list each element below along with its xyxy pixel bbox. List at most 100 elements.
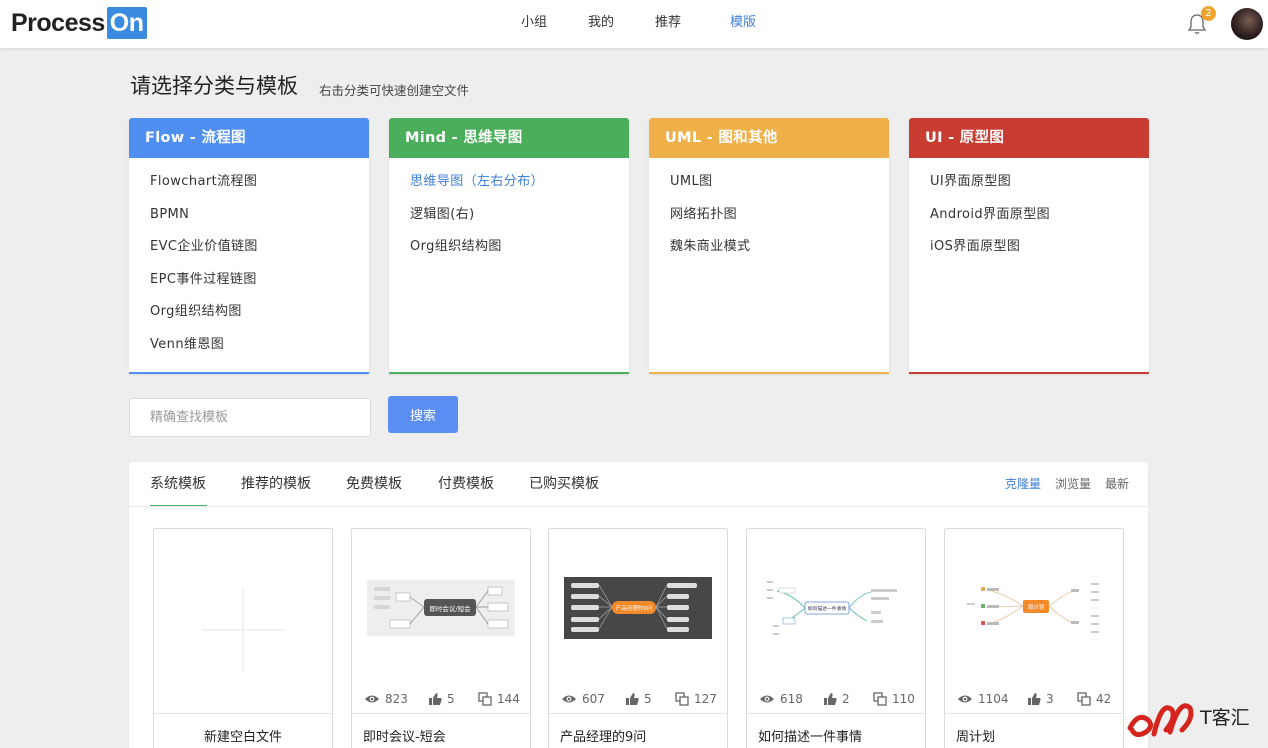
view-count-value: 607 bbox=[582, 692, 605, 706]
template-card[interactable]: 产品经理的9问 607 5 127 产品经理的9问 bbox=[548, 528, 728, 748]
thumbs-up-icon bbox=[429, 693, 442, 705]
tab-system-templates[interactable]: 系统模板 bbox=[150, 462, 206, 506]
template-thumbnail: 即时会议/短会 bbox=[367, 580, 515, 636]
like-count: 5 bbox=[428, 689, 455, 709]
like-count-value: 3 bbox=[1046, 692, 1054, 706]
category-item[interactable]: UML图 bbox=[670, 172, 889, 205]
category-item[interactable]: Venn维恩图 bbox=[150, 335, 369, 368]
nav-recommended[interactable]: 推荐 bbox=[655, 0, 681, 48]
card-accent-line bbox=[909, 372, 1149, 374]
category-item[interactable]: Org组织结构图 bbox=[150, 302, 369, 335]
notification-badge: 2 bbox=[1201, 6, 1216, 21]
sort-by-views[interactable]: 浏览量 bbox=[1055, 462, 1091, 506]
eye-icon bbox=[760, 695, 774, 703]
clone-icon bbox=[478, 692, 492, 706]
template-card-blank[interactable]: 新建空白文件 bbox=[153, 528, 333, 748]
search-button[interactable]: 搜索 bbox=[388, 396, 458, 433]
template-thumbnail: 产品经理的9问 bbox=[564, 577, 712, 639]
like-count: 3 bbox=[1027, 689, 1054, 709]
category-item[interactable]: Flowchart流程图 bbox=[150, 172, 369, 205]
category-item[interactable]: 网络拓扑图 bbox=[670, 205, 889, 238]
like-count-value: 2 bbox=[842, 692, 850, 706]
category-title-mind[interactable]: Mind - 思维导图 bbox=[389, 118, 629, 158]
clone-icon bbox=[1077, 692, 1091, 706]
template-thumbnail: 如何描述一件事情 bbox=[767, 581, 897, 635]
template-title: 新建空白文件 bbox=[154, 713, 332, 745]
category-item[interactable]: Android界面原型图 bbox=[930, 205, 1149, 238]
like-count: 5 bbox=[625, 689, 652, 709]
template-card[interactable]: 周计划 1104 3 42 周计划 bbox=[944, 528, 1124, 748]
thumbs-up-icon bbox=[824, 693, 837, 705]
tabs-divider bbox=[129, 506, 1148, 507]
like-count-value: 5 bbox=[644, 692, 652, 706]
category-card-uml[interactable]: UML - 图和其他 UML图 网络拓扑图 魏朱商业模式 bbox=[649, 118, 889, 374]
tab-paid-templates[interactable]: 付费模板 bbox=[438, 462, 494, 506]
sort-by-newest[interactable]: 最新 bbox=[1105, 462, 1129, 506]
sort-by-clones[interactable]: 克隆量 bbox=[1005, 462, 1041, 506]
category-title-ui[interactable]: UI - 原型图 bbox=[909, 118, 1149, 158]
category-card-flow[interactable]: Flow - 流程图 Flowchart流程图 BPMN EVC企业价值链图 E… bbox=[129, 118, 369, 374]
thumbs-up-icon bbox=[626, 693, 639, 705]
category-item[interactable]: 逻辑图(右) bbox=[410, 205, 629, 238]
view-count-value: 618 bbox=[780, 692, 803, 706]
template-card[interactable]: 如何描述一件事情 618 2 110 如何描述一件事情 bbox=[746, 528, 926, 748]
clone-count: 110 bbox=[873, 689, 915, 709]
template-card[interactable]: 即时会议/短会 823 5 144 即时会议-短会 bbox=[351, 528, 531, 748]
category-item[interactable]: iOS界面原型图 bbox=[930, 237, 1149, 270]
watermark-text: T客汇 bbox=[1199, 707, 1250, 729]
view-count: 618 bbox=[759, 689, 803, 709]
nav-mine[interactable]: 我的 bbox=[588, 0, 614, 48]
eye-icon bbox=[562, 695, 576, 703]
category-card-mind[interactable]: Mind - 思维导图 思维导图（左右分布） 逻辑图(右) Org组织结构图 bbox=[389, 118, 629, 374]
tab-purchased-templates[interactable]: 已购买模板 bbox=[529, 462, 599, 506]
processon-logo[interactable]: Process On bbox=[11, 7, 147, 39]
user-avatar[interactable] bbox=[1231, 8, 1263, 40]
view-count-value: 823 bbox=[385, 692, 408, 706]
thumb-center-text: 如何描述一件事情 bbox=[808, 605, 847, 612]
nav-templates[interactable]: 模版 bbox=[730, 0, 756, 48]
category-item[interactable]: 思维导图（左右分布） bbox=[410, 172, 629, 205]
category-item[interactable]: 魏朱商业模式 bbox=[670, 237, 889, 270]
clone-count-value: 127 bbox=[694, 692, 717, 706]
thumb-center-text: 即时会议/短会 bbox=[429, 604, 471, 613]
thumb-center-text: 产品经理的9问 bbox=[616, 604, 653, 612]
tab-recommended-templates[interactable]: 推荐的模板 bbox=[241, 462, 311, 506]
view-count: 607 bbox=[561, 689, 605, 709]
view-count: 1104 bbox=[957, 689, 1009, 709]
thumb-center-text: 周计划 bbox=[1028, 603, 1045, 611]
clone-count: 42 bbox=[1077, 689, 1111, 709]
category-title-flow[interactable]: Flow - 流程图 bbox=[129, 118, 369, 158]
category-item[interactable]: EPC事件过程链图 bbox=[150, 270, 369, 303]
like-count-value: 5 bbox=[447, 692, 455, 706]
template-search-input[interactable] bbox=[129, 398, 371, 437]
logo-text-on: On bbox=[106, 7, 147, 39]
clone-count-value: 42 bbox=[1096, 692, 1112, 706]
eye-icon bbox=[958, 695, 972, 703]
view-count-value: 1104 bbox=[978, 692, 1009, 706]
template-title: 产品经理的9问 bbox=[549, 713, 727, 745]
category-card-ui[interactable]: UI - 原型图 UI界面原型图 Android界面原型图 iOS界面原型图 bbox=[909, 118, 1149, 374]
card-accent-line bbox=[129, 372, 369, 374]
card-accent-line bbox=[649, 372, 889, 374]
clone-icon bbox=[675, 692, 689, 706]
template-title: 即时会议-短会 bbox=[352, 713, 530, 745]
card-accent-line bbox=[389, 372, 629, 374]
category-item[interactable]: UI界面原型图 bbox=[930, 172, 1149, 205]
eye-icon bbox=[365, 695, 379, 703]
category-item[interactable]: EVC企业价值链图 bbox=[150, 237, 369, 270]
clone-icon bbox=[873, 692, 887, 706]
view-count: 823 bbox=[364, 689, 408, 709]
category-item[interactable]: BPMN bbox=[150, 205, 369, 238]
nav-groups[interactable]: 小组 bbox=[521, 0, 547, 48]
clone-count-value: 110 bbox=[892, 692, 915, 706]
category-item[interactable]: Org组织结构图 bbox=[410, 237, 629, 270]
top-header: Process On 小组 我的 推荐 模版 2 bbox=[0, 0, 1268, 48]
page-subtitle: 右击分类可快速创建空文件 bbox=[319, 83, 470, 98]
clone-count: 144 bbox=[478, 689, 520, 709]
like-count: 2 bbox=[823, 689, 850, 709]
category-title-uml[interactable]: UML - 图和其他 bbox=[649, 118, 889, 158]
watermark-logo: T客汇 bbox=[1127, 703, 1250, 738]
logo-text-process: Process bbox=[11, 8, 105, 37]
clone-count-value: 144 bbox=[497, 692, 520, 706]
tab-free-templates[interactable]: 免费模板 bbox=[346, 462, 402, 506]
